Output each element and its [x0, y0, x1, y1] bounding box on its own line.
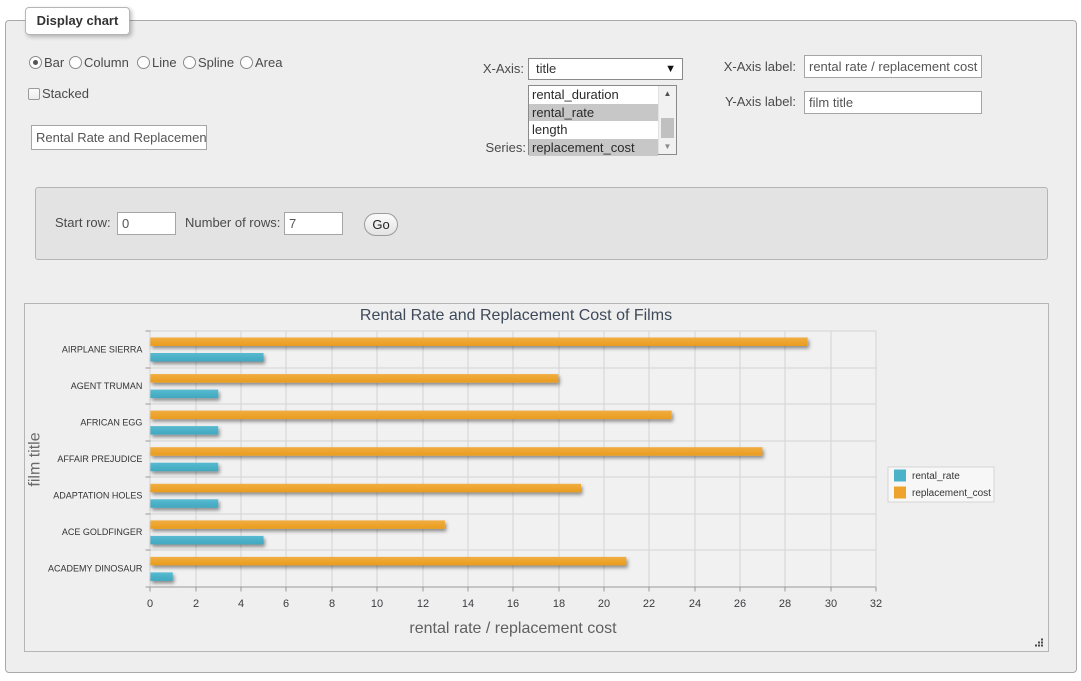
svg-text:12: 12 [417, 598, 429, 610]
svg-text:4: 4 [238, 598, 244, 610]
svg-text:28: 28 [779, 598, 791, 610]
svg-text:ACADEMY DINOSAUR: ACADEMY DINOSAUR [48, 564, 143, 574]
svg-text:16: 16 [507, 598, 519, 610]
svg-text:AIRPLANE SIERRA: AIRPLANE SIERRA [62, 344, 143, 354]
svg-text:Rental Rate and Replacement Co: Rental Rate and Replacement Cost of Film… [360, 307, 672, 324]
svg-text:2: 2 [193, 598, 199, 610]
svg-text:32: 32 [870, 598, 882, 610]
svg-text:AGENT TRUMAN: AGENT TRUMAN [71, 381, 143, 391]
svg-text:AFRICAN EGG: AFRICAN EGG [80, 417, 142, 427]
svg-text:22: 22 [643, 598, 655, 610]
svg-text:ACE GOLDFINGER: ACE GOLDFINGER [62, 527, 143, 537]
svg-text:8: 8 [329, 598, 335, 610]
svg-text:6: 6 [283, 598, 289, 610]
svg-text:AFFAIR PREJUDICE: AFFAIR PREJUDICE [57, 454, 142, 464]
svg-text:24: 24 [689, 598, 701, 610]
svg-text:26: 26 [734, 598, 746, 610]
svg-text:rental_rate: rental_rate [912, 471, 960, 482]
svg-text:14: 14 [462, 598, 474, 610]
svg-text:10: 10 [371, 598, 383, 610]
svg-text:18: 18 [553, 598, 565, 610]
svg-text:rental rate / replacement cost: rental rate / replacement cost [409, 620, 617, 637]
svg-text:30: 30 [825, 598, 837, 610]
svg-text:ADAPTATION HOLES: ADAPTATION HOLES [53, 491, 142, 501]
svg-text:0: 0 [147, 598, 153, 610]
svg-text:20: 20 [598, 598, 610, 610]
svg-text:film title: film title [27, 432, 44, 486]
svg-text:replacement_cost: replacement_cost [912, 488, 991, 499]
